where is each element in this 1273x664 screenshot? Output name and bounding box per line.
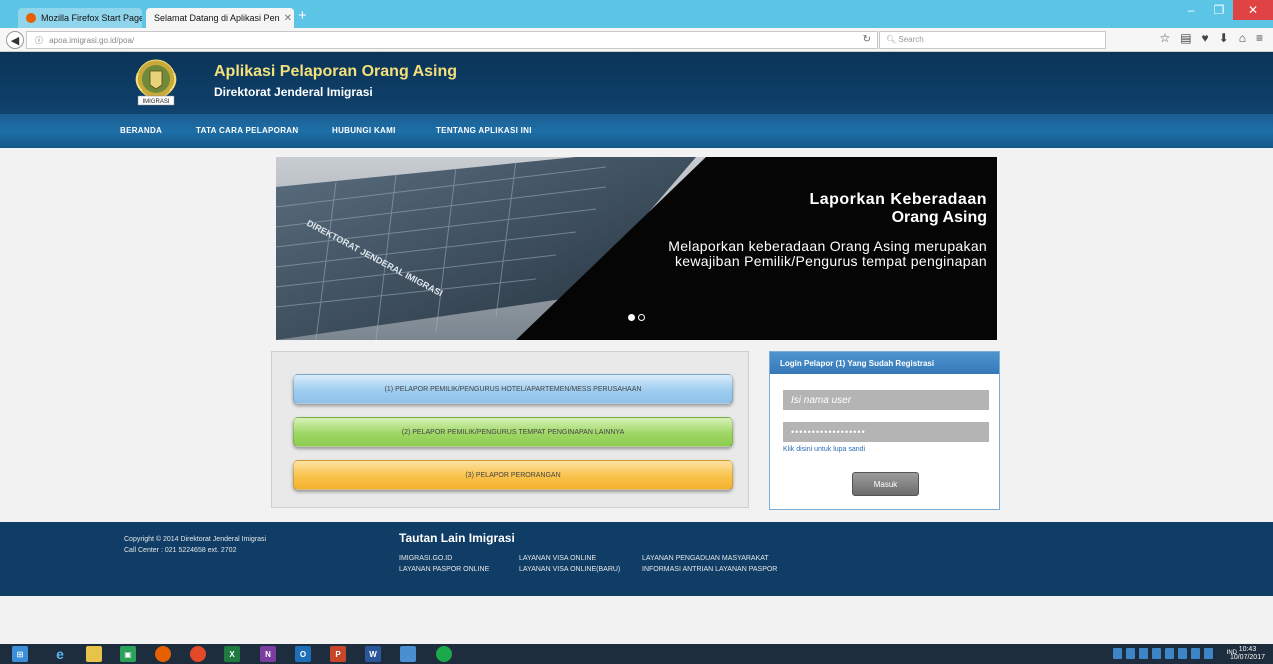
- tab-firefox-start[interactable]: Mozilla Firefox Start Page ✕: [18, 8, 142, 28]
- tray-icon[interactable]: [1139, 648, 1148, 659]
- forgot-password-link[interactable]: Klik disini untuk lupa sandi: [783, 446, 865, 453]
- banner-text: Melaporkan keberadaan Orang Asing merupa…: [668, 238, 987, 269]
- search-icon: 🔍︎: [886, 35, 899, 44]
- downloads-icon[interactable]: ⬇: [1219, 31, 1229, 45]
- windows-taskbar: ⊞ e ▣ X N O P W IND 10:43 10/07/2017: [0, 644, 1273, 664]
- footer-link-imigrasi[interactable]: IMIGRASI.GO.ID: [399, 555, 452, 562]
- logo-text: IMIGRASI: [142, 99, 169, 105]
- info-icon[interactable]: ⓘ: [35, 36, 43, 45]
- username-input[interactable]: Isi nama user: [783, 390, 989, 410]
- back-button[interactable]: ◀: [6, 31, 24, 49]
- site-subtitle: Direktorat Jenderal Imigrasi: [214, 85, 373, 99]
- close-tab-icon[interactable]: ✕: [280, 13, 292, 24]
- file-explorer-icon[interactable]: [86, 646, 102, 662]
- network-app-icon[interactable]: [400, 646, 416, 662]
- new-tab-button[interactable]: +: [298, 7, 307, 24]
- login-heading: Login Pelapor (1) Yang Sudah Registrasi: [770, 352, 999, 374]
- imigrasi-logo-icon[interactable]: IMIGRASI: [128, 55, 184, 111]
- firefox-taskbar-icon[interactable]: [155, 646, 171, 662]
- wifi-app-icon[interactable]: [436, 646, 452, 662]
- carousel-dots: [628, 314, 645, 321]
- footer-link-visa-online[interactable]: LAYANAN VISA ONLINE: [519, 555, 596, 562]
- tray-icon[interactable]: [1152, 648, 1161, 659]
- banner-title-line1: Laporkan Keberadaan: [809, 191, 987, 208]
- main-menu: BERANDA TATA CARA PELAPORAN HUBUNGI KAMI…: [0, 114, 1273, 148]
- menu-icon[interactable]: ≡: [1256, 31, 1263, 45]
- tray-icon[interactable]: [1113, 648, 1122, 659]
- browser-titlebar: Mozilla Firefox Start Page ✕ Selamat Dat…: [0, 0, 1273, 28]
- url-bar[interactable]: ⓘ apoa.imigrasi.go.id/poa/ ↻: [26, 31, 878, 49]
- outlook-icon[interactable]: O: [295, 646, 311, 662]
- reporter-individual-button[interactable]: (3) PELAPOR PERORANGAN: [293, 460, 733, 490]
- reporter-type-panel: (1) PELAPOR PEMILIK/PENGURUS HOTEL/APART…: [271, 351, 749, 508]
- powerpoint-icon[interactable]: P: [330, 646, 346, 662]
- bookmark-star-icon[interactable]: ☆: [1159, 31, 1170, 45]
- hero-banner: DIREKTORAT JENDERAL IMIGRASI Laporkan Ke…: [276, 157, 997, 340]
- login-button[interactable]: Masuk: [852, 472, 919, 496]
- tray-icon[interactable]: [1191, 648, 1200, 659]
- tray-icon[interactable]: [1204, 648, 1213, 659]
- reporter-hotel-button[interactable]: (1) PELAPOR PEMILIK/PENGURUS HOTEL/APART…: [293, 374, 733, 404]
- tray-icon[interactable]: [1165, 648, 1174, 659]
- site-title: Aplikasi Pelaporan Orang Asing: [214, 63, 458, 80]
- start-icon[interactable]: ⊞: [12, 646, 28, 662]
- ie-icon[interactable]: e: [52, 646, 68, 662]
- footer-copyright: Copyright © 2014 Direktorat Jenderal Imi…: [124, 534, 266, 556]
- menu-beranda[interactable]: BERANDA: [120, 126, 162, 135]
- menu-hubungi-kami[interactable]: HUBUNGI KAMI: [332, 126, 396, 135]
- reload-icon[interactable]: ↻: [863, 34, 871, 45]
- tab-label: Selamat Datang di Aplikasi Pen: [154, 13, 280, 23]
- system-tray: [1113, 648, 1213, 659]
- carousel-dot-1[interactable]: [628, 314, 635, 321]
- site-header: IMIGRASI Aplikasi Pelaporan Orang Asing …: [0, 52, 1273, 148]
- reading-list-icon[interactable]: ▤: [1180, 31, 1191, 45]
- footer-link-paspor-online[interactable]: LAYANAN PASPOR ONLINE: [399, 566, 489, 573]
- excel-icon[interactable]: X: [224, 646, 240, 662]
- url-text: apoa.imigrasi.go.id/poa/: [49, 36, 135, 45]
- search-box[interactable]: 🔍︎ Search: [879, 31, 1106, 49]
- footer-links-title: Tautan Lain Imigrasi: [399, 531, 515, 545]
- password-input[interactable]: ••••••••••••••••••: [783, 422, 989, 442]
- close-window-button[interactable]: ✕: [1233, 0, 1273, 20]
- app-icon[interactable]: [190, 646, 206, 662]
- reporter-lodging-button[interactable]: (2) PELAPOR PEMILIK/PENGURUS TEMPAT PENG…: [293, 417, 733, 447]
- clock[interactable]: 10:43 10/07/2017: [1230, 646, 1265, 662]
- pocket-icon[interactable]: ♥: [1202, 31, 1209, 45]
- word-icon[interactable]: W: [365, 646, 381, 662]
- carousel-dot-2[interactable]: [638, 314, 645, 321]
- tray-icon[interactable]: [1178, 648, 1187, 659]
- firefox-icon: [26, 13, 36, 23]
- tray-icon[interactable]: [1126, 648, 1135, 659]
- clock-date: 10/07/2017: [1229, 654, 1265, 661]
- tab-active-page[interactable]: Selamat Datang di Aplikasi Pen ✕: [146, 8, 294, 28]
- footer-link-pengaduan[interactable]: LAYANAN PENGADUAN MASYARAKAT: [642, 555, 769, 562]
- store-icon[interactable]: ▣: [120, 646, 136, 662]
- onenote-icon[interactable]: N: [260, 646, 276, 662]
- minimize-button[interactable]: –: [1177, 0, 1205, 20]
- footer-link-antrian-paspor[interactable]: INFORMASI ANTRIAN LAYANAN PASPOR: [642, 566, 777, 573]
- home-icon[interactable]: ⌂: [1239, 31, 1246, 45]
- site-footer: Copyright © 2014 Direktorat Jenderal Imi…: [0, 522, 1273, 596]
- search-placeholder: Search: [898, 35, 924, 44]
- browser-navbar: ◀ ⓘ apoa.imigrasi.go.id/poa/ ↻ 🔍︎ Search…: [0, 28, 1273, 52]
- banner-title-line2: Orang Asing: [891, 209, 987, 226]
- menu-tentang-aplikasi[interactable]: TENTANG APLIKASI INI: [436, 126, 532, 135]
- tab-label: Mozilla Firefox Start Page: [41, 13, 142, 23]
- clock-time: 10:43: [1238, 646, 1257, 653]
- copyright-text: Copyright © 2014 Direktorat Jenderal Imi…: [124, 536, 267, 543]
- menu-tata-cara-pelaporan[interactable]: TATA CARA PELAPORAN: [196, 126, 298, 135]
- footer-link-visa-online-baru[interactable]: LAYANAN VISA ONLINE(BARU): [519, 566, 620, 573]
- call-center-text: Call Center : 021 5224658 ext. 2702: [124, 547, 237, 554]
- restore-button[interactable]: ❐: [1205, 0, 1233, 20]
- login-box: Login Pelapor (1) Yang Sudah Registrasi …: [769, 351, 1000, 510]
